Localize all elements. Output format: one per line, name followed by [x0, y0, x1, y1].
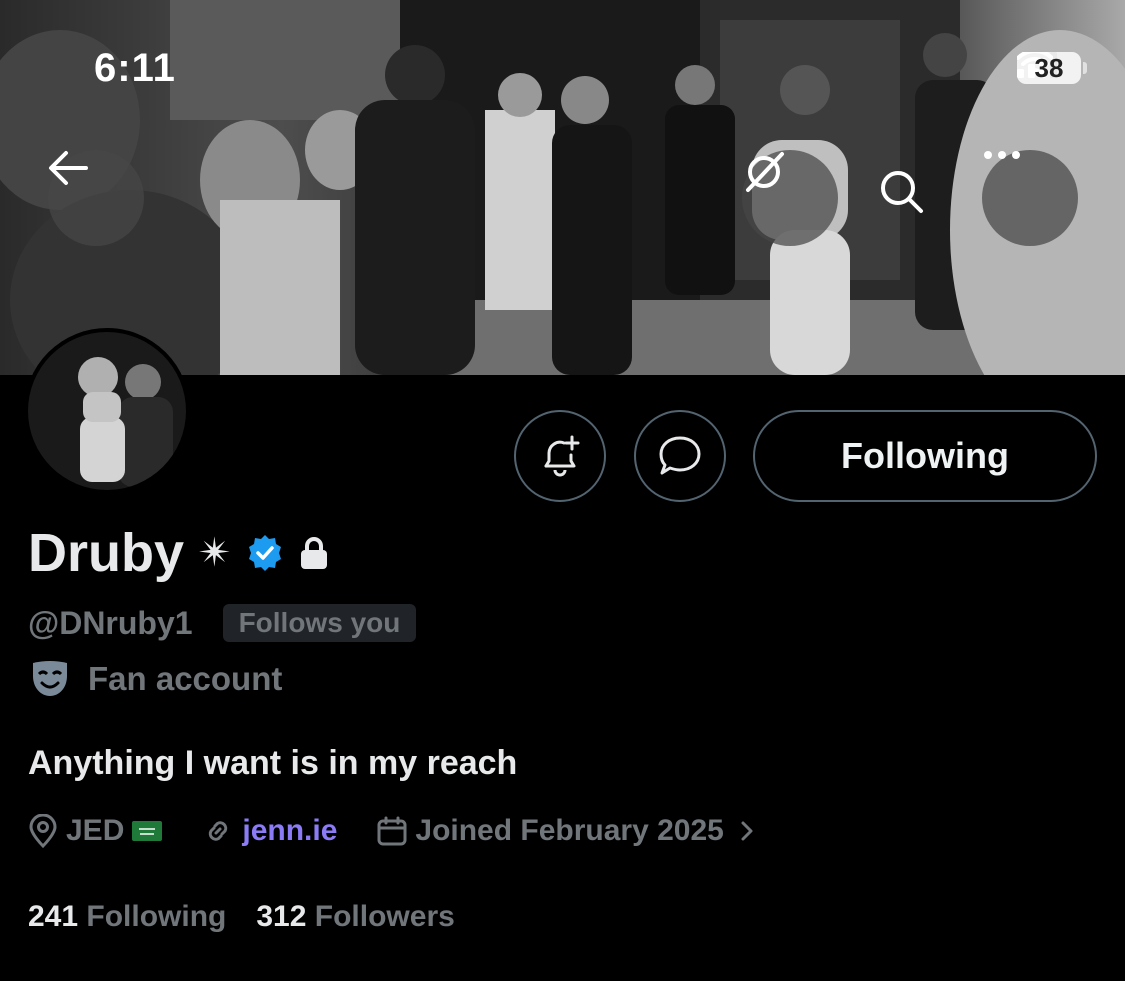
- grok-button[interactable]: [742, 150, 838, 246]
- notifications-button[interactable]: [514, 410, 606, 502]
- saudi-flag-icon: [132, 821, 163, 841]
- display-name: Druby: [28, 523, 185, 583]
- back-button[interactable]: [48, 150, 144, 246]
- location-item: JED: [28, 814, 163, 848]
- name-row: Druby ✴: [28, 522, 330, 584]
- followers-count: 312: [256, 900, 307, 933]
- profile-avatar[interactable]: [24, 328, 190, 494]
- website-item[interactable]: jenn.ie: [202, 814, 337, 848]
- website-link[interactable]: jenn.ie: [242, 814, 337, 848]
- following-button[interactable]: Following: [753, 410, 1097, 502]
- chat-bubble-icon: [659, 436, 701, 475]
- search-icon: [881, 171, 923, 213]
- joined-date: Joined February 2025: [415, 814, 724, 847]
- handle-row: @DNruby1 Follows you: [28, 604, 417, 642]
- calendar-icon: [377, 816, 407, 846]
- following-label: Following: [86, 900, 227, 933]
- arrow-left-icon: [49, 151, 88, 185]
- avatar-photo: [28, 332, 186, 490]
- location-text: JED: [66, 814, 125, 847]
- link-icon: [209, 821, 228, 841]
- user-handle: @DNruby1: [28, 604, 193, 641]
- profile-banner[interactable]: 6:11 38: [0, 0, 1125, 375]
- chevron-right-icon: [741, 821, 753, 841]
- verified-badge-icon[interactable]: [246, 534, 284, 572]
- profile-category: Fan account: [88, 660, 283, 697]
- name-emoji: ✴: [198, 531, 232, 575]
- more-options-button[interactable]: [982, 150, 1078, 246]
- bell-plus-icon: [544, 435, 580, 477]
- followers-count-link[interactable]: 312 Followers: [256, 900, 454, 934]
- lock-icon: [300, 537, 327, 569]
- profile-meta: JED jenn.ie Joined February 2025: [28, 814, 756, 848]
- following-count-link[interactable]: 241 Following: [28, 900, 226, 934]
- follows-you-badge: Follows you: [222, 604, 417, 642]
- category-row: Fan account: [30, 660, 282, 698]
- followers-label: Followers: [314, 900, 455, 933]
- theater-mask-icon: [33, 661, 67, 696]
- joined-item[interactable]: Joined February 2025: [377, 814, 755, 848]
- status-time: 6:11: [94, 46, 176, 90]
- grok-icon: [746, 152, 784, 192]
- battery-indicator: 38: [1017, 52, 1087, 84]
- status-indicators: 38: [1017, 52, 1087, 84]
- more-icon: [984, 151, 1020, 159]
- follow-counts: 241 Following 312 Followers: [28, 900, 455, 934]
- profile-bio: Anything I want is in my reach: [28, 744, 518, 782]
- following-count: 241: [28, 900, 79, 933]
- location-pin-icon: [29, 814, 57, 848]
- message-button[interactable]: [634, 410, 726, 502]
- search-button[interactable]: [878, 168, 938, 228]
